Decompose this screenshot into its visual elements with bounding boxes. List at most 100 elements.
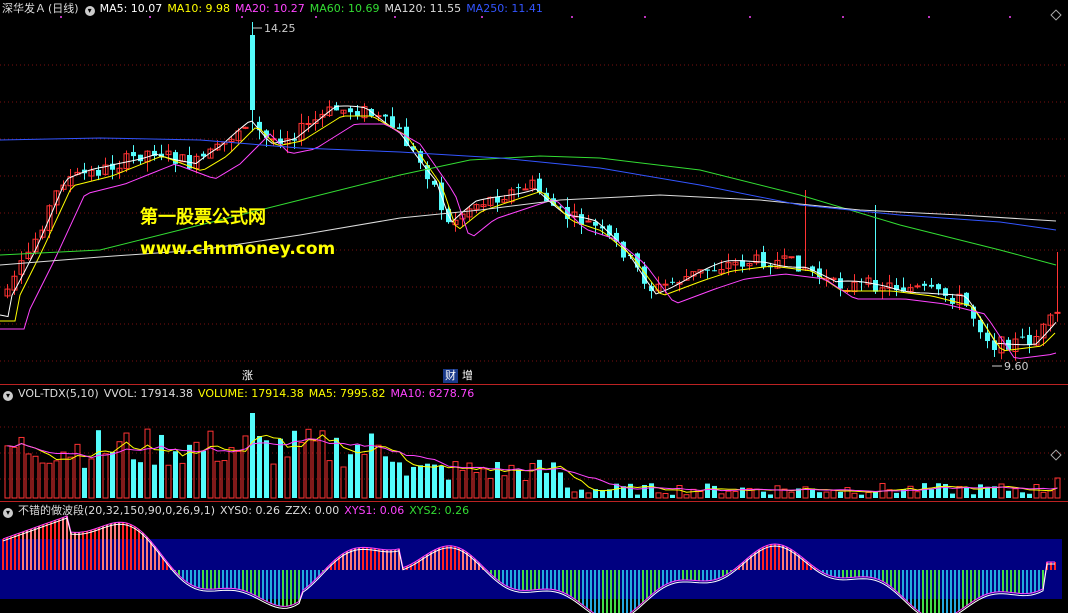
volume-bar-up bbox=[522, 480, 529, 499]
volume-bar-down bbox=[600, 490, 605, 498]
volume-chart[interactable] bbox=[0, 385, 1068, 502]
volume-bar-down bbox=[110, 451, 115, 498]
indicator-header: ▾ 不错的做波段(20,32,150,90,0,26,9,1) XYS0: 0.26… bbox=[2, 504, 479, 518]
low-price-label: 9.60 bbox=[1004, 360, 1029, 373]
volume-bar-up bbox=[487, 477, 494, 499]
volume-bar-up bbox=[193, 441, 200, 499]
volume-bar-up bbox=[676, 485, 683, 499]
candle-body-down bbox=[131, 152, 136, 157]
volume-bar-down bbox=[152, 464, 157, 498]
volume-bar-down bbox=[159, 434, 164, 498]
volume-bar-up bbox=[718, 493, 725, 499]
volume-bar-down bbox=[670, 494, 675, 498]
candle-body-up bbox=[1054, 311, 1061, 314]
top-marker-dot bbox=[315, 16, 317, 18]
indicator-panel[interactable]: ▾ 不错的做波段(20,32,150,90,0,26,9,1) XYS0: 0.26… bbox=[0, 502, 1068, 613]
top-marker-dot bbox=[749, 16, 751, 18]
volume-bar-down bbox=[250, 413, 255, 498]
settings-circle-icon[interactable]: ▾ bbox=[3, 391, 13, 401]
volume-bar-up bbox=[844, 487, 851, 499]
volume-bar-up bbox=[823, 491, 830, 499]
volume-bar-down bbox=[173, 451, 178, 498]
stock-name: 深华发Ａ bbox=[2, 2, 46, 15]
candle-body-down bbox=[761, 252, 766, 267]
volume-label-3: MA5: 7995.82 bbox=[308, 387, 386, 400]
volume-bar-down bbox=[82, 467, 87, 498]
volume-bar-up bbox=[361, 453, 368, 499]
volume-bar-up bbox=[214, 460, 221, 499]
volume-bar-up bbox=[74, 443, 81, 499]
candle-body-down bbox=[355, 111, 360, 116]
event-marker-zeng[interactable]: 增 bbox=[460, 369, 475, 383]
volume-bar-down bbox=[768, 494, 773, 498]
volume-bar-up bbox=[774, 485, 781, 499]
volume-bar-up bbox=[1040, 491, 1047, 499]
volume-bar-up bbox=[529, 463, 536, 499]
volume-bar-down bbox=[817, 492, 822, 498]
candle-body-up bbox=[914, 285, 921, 288]
volume-bar-down bbox=[978, 484, 983, 498]
top-marker-dot bbox=[644, 16, 646, 18]
volume-bar-down bbox=[649, 483, 654, 498]
volume-bar-up bbox=[298, 442, 305, 499]
candle-body-down bbox=[516, 187, 521, 189]
top-marker-dot bbox=[842, 16, 844, 18]
volume-bar-up bbox=[851, 492, 858, 499]
ma-label-3: MA60: 10.69 bbox=[309, 2, 380, 15]
volume-bar-up bbox=[312, 440, 319, 499]
volume-bar-up bbox=[690, 488, 697, 499]
period-label: (日线) bbox=[48, 2, 79, 15]
volume-bar-down bbox=[1020, 492, 1025, 498]
candle-body-down bbox=[1027, 334, 1032, 346]
candlestick-panel[interactable]: 14.25 9.60 深华发Ａ (日线) ▾ MA5: 10.07 MA10: 9.98 M… bbox=[0, 0, 1068, 385]
volume-bar-up bbox=[459, 469, 466, 499]
volume-bar-up bbox=[655, 492, 662, 499]
top-marker-dot bbox=[1009, 16, 1011, 18]
volume-bar-up bbox=[683, 494, 690, 499]
volume-bar-up bbox=[228, 447, 235, 499]
settings-circle-icon[interactable]: ▾ bbox=[3, 508, 13, 518]
volume-bar-down bbox=[838, 491, 843, 498]
event-marker-zhang[interactable]: 涨 bbox=[240, 369, 255, 383]
volume-label-4: MA10: 6278.76 bbox=[390, 387, 475, 400]
settings-circle-icon[interactable]: ▾ bbox=[84, 6, 95, 16]
volume-bar-up bbox=[788, 491, 795, 499]
volume-bar-down bbox=[348, 454, 353, 498]
volume-panel[interactable]: ▾ VOL-TDX(5,10) VVOL: 17914.38 VOLUME: 1791… bbox=[0, 385, 1068, 502]
volume-label-2: VOLUME: 17914.38 bbox=[198, 387, 304, 400]
volume-bar-up bbox=[88, 458, 95, 499]
volume-bar-down bbox=[264, 440, 269, 498]
volume-bar-up bbox=[473, 472, 480, 499]
volume-bar-up bbox=[1047, 490, 1054, 499]
volume-bar-down bbox=[257, 436, 262, 498]
watermark-url: www.chnmoney.com bbox=[140, 239, 336, 259]
volume-bar-up bbox=[753, 488, 760, 499]
volume-bar-down bbox=[950, 493, 955, 498]
volume-bar-up bbox=[25, 453, 32, 499]
volume-bar-up bbox=[284, 456, 291, 499]
indicator-chart[interactable] bbox=[0, 502, 1068, 613]
ma-label-0: MA5: 10.07 bbox=[99, 2, 163, 15]
volume-bar-up bbox=[39, 462, 46, 499]
volume-bar-down bbox=[964, 486, 969, 498]
volume-bar-up bbox=[998, 483, 1005, 499]
candle-body-down bbox=[250, 35, 255, 110]
indicator-label-0: 不错的做波段(20,32,150,90,0,26,9,1) bbox=[18, 504, 216, 517]
volume-bar-down bbox=[411, 466, 416, 498]
volume-bar-down bbox=[929, 489, 934, 498]
candlestick-chart[interactable]: 14.25 9.60 bbox=[0, 0, 1068, 385]
top-marker-dot bbox=[149, 16, 151, 18]
candle-body-up bbox=[662, 283, 669, 286]
ma-label-4: MA120: 11.55 bbox=[384, 2, 462, 15]
volume-bar-up bbox=[46, 462, 53, 499]
volume-bar-down bbox=[404, 475, 409, 498]
volume-bar-down bbox=[894, 492, 899, 498]
top-marker-dot bbox=[60, 16, 62, 18]
event-marker-cai[interactable]: 财 bbox=[443, 369, 458, 383]
volume-bar-down bbox=[628, 483, 633, 498]
volume-bar-up bbox=[340, 466, 347, 499]
volume-bar-down bbox=[516, 469, 521, 498]
indicator-label-3: XYS1: 0.06 bbox=[344, 504, 405, 517]
volume-bar-down bbox=[138, 462, 143, 498]
candle-body-down bbox=[929, 284, 934, 287]
